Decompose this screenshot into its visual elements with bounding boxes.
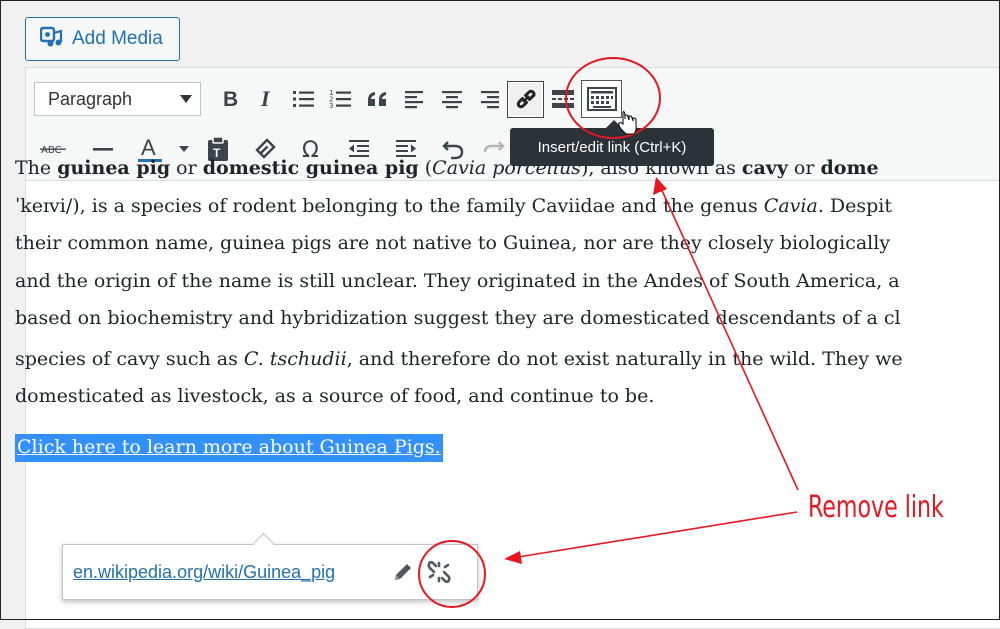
link-text[interactable]: Click here to learn more about Guinea Pi… [15, 434, 443, 462]
svg-text:I: I [260, 88, 271, 110]
media-icon [39, 25, 64, 53]
edit-link-button[interactable] [388, 561, 418, 583]
insert-link-button[interactable] [507, 80, 544, 118]
tooltip-pointer [606, 120, 622, 128]
content-line: their common name, guinea pigs are not n… [15, 232, 891, 254]
format-select[interactable]: Paragraph [34, 82, 201, 116]
link-tooltip: Insert/edit link (Ctrl+K) [510, 128, 714, 166]
align-left-button[interactable] [396, 81, 433, 118]
chevron-down-icon [180, 95, 192, 103]
numbered-list-icon: 1 2 3 [329, 89, 351, 110]
toolbar-toggle-button[interactable] [581, 80, 622, 118]
content-line: based on biochemistry and hybridization … [15, 307, 901, 329]
post-content[interactable]: The guinea pig or domestic guinea pig (C… [15, 150, 975, 416]
align-right-button[interactable] [470, 81, 507, 118]
content-line: domesticated as livestock, as a source o… [15, 385, 655, 407]
align-left-icon [404, 91, 423, 109]
selected-link[interactable]: Click here to learn more about Guinea Pi… [15, 434, 443, 462]
bullet-list-icon [292, 91, 314, 107]
link-popup: en.wikipedia.org/wiki/Guinea_pig [62, 544, 478, 600]
unlink-icon [427, 560, 451, 584]
read-more-icon [551, 90, 574, 108]
align-center-button[interactable] [433, 81, 470, 118]
bold-button[interactable]: B [211, 81, 248, 118]
svg-text:B: B [223, 88, 238, 110]
italic-icon: I [260, 88, 271, 110]
numbered-list-button[interactable]: 1 2 3 [322, 81, 359, 118]
toolbar-row-1: Paragraph B I 1 2 3 [34, 80, 622, 118]
content-line: The guinea pig or domestic guinea pig (C… [15, 157, 879, 179]
keyboard-icon [586, 87, 617, 111]
bold-icon: B [223, 88, 238, 110]
blockquote-button[interactable] [359, 81, 396, 118]
remove-link-annotation: Remove link [808, 490, 944, 525]
content-line: ˈkeɪvi/), is a species of rodent belongi… [15, 194, 892, 217]
align-center-icon [441, 91, 462, 109]
add-media-label: Add Media [72, 28, 163, 49]
italic-button[interactable]: I [248, 81, 285, 118]
read-more-button[interactable] [544, 81, 581, 118]
add-media-button[interactable]: Add Media [25, 17, 180, 61]
link-icon [516, 89, 536, 109]
align-right-icon [480, 91, 499, 109]
quote-icon [367, 92, 386, 106]
content-line: and the origin of the name is still uncl… [15, 269, 900, 292]
svg-text:3: 3 [329, 102, 333, 110]
remove-link-button[interactable] [418, 559, 460, 585]
content-line: species of cavy such as C. tschudii, and… [15, 347, 903, 370]
format-select-value: Paragraph [48, 88, 133, 109]
link-url[interactable]: en.wikipedia.org/wiki/Guinea_pig [73, 562, 388, 583]
bullet-list-button[interactable] [285, 81, 322, 118]
pencil-icon [395, 564, 411, 580]
